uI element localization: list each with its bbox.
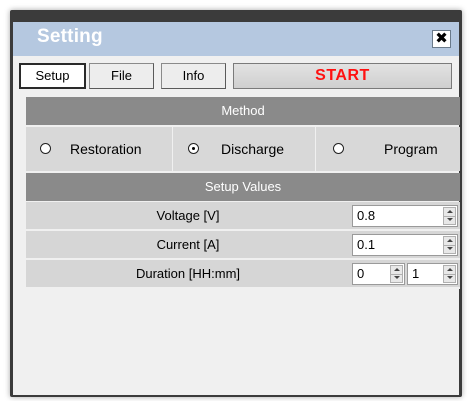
- duration-hours-spinner[interactable]: [390, 265, 403, 283]
- tab-info-label: Info: [182, 68, 205, 83]
- tab-info[interactable]: Info: [161, 63, 226, 89]
- arrow-down-icon: [447, 247, 453, 250]
- tab-setup[interactable]: Setup: [19, 63, 86, 89]
- voltage-row: Voltage [V] 0.8: [26, 202, 460, 231]
- window-title: Setting: [37, 26, 103, 47]
- voltage-value: 0.8: [357, 208, 376, 223]
- duration-label: Duration [HH:mm]: [135, 266, 241, 281]
- current-input[interactable]: 0.1: [352, 234, 458, 256]
- current-value: 0.1: [357, 237, 376, 252]
- hours-decrement-button[interactable]: [391, 274, 402, 282]
- radio-program-label: Program: [384, 141, 438, 157]
- voltage-decrement-button[interactable]: [444, 216, 455, 224]
- radio-restoration-circle[interactable]: [40, 143, 51, 154]
- setup-values-header: Setup Values: [26, 173, 460, 201]
- start-button-label: START: [315, 67, 370, 84]
- voltage-label: Voltage [V]: [156, 208, 220, 223]
- arrow-up-icon: [447, 239, 453, 242]
- radio-discharge-label: Discharge: [221, 141, 285, 157]
- radio-restoration-label: Restoration: [70, 141, 142, 157]
- radio-discharge-circle[interactable]: [188, 143, 199, 154]
- current-row: Current [A] 0.1: [26, 231, 460, 260]
- current-decrement-button[interactable]: [444, 245, 455, 253]
- arrow-up-icon: [394, 268, 400, 271]
- radio-discharge[interactable]: Discharge: [172, 127, 315, 171]
- tab-file-label: File: [111, 68, 132, 83]
- close-button[interactable]: ✖: [432, 30, 451, 48]
- duration-minutes-spinner[interactable]: [443, 265, 456, 283]
- method-header-label: Method: [221, 103, 265, 118]
- setup-values-header-label: Setup Values: [204, 179, 282, 194]
- duration-minutes-input[interactable]: 1: [407, 263, 458, 285]
- arrow-down-icon: [394, 276, 400, 279]
- arrow-up-icon: [447, 268, 453, 271]
- arrow-down-icon: [447, 276, 453, 279]
- method-radio-group: Restoration Discharge Program: [26, 127, 460, 171]
- radio-restoration[interactable]: Restoration: [26, 127, 172, 171]
- duration-row: Duration [HH:mm] 0 1: [26, 260, 460, 289]
- voltage-spinner[interactable]: [443, 207, 456, 225]
- arrow-down-icon: [447, 218, 453, 221]
- close-icon: ✖: [435, 30, 448, 47]
- radio-program[interactable]: Program: [315, 127, 460, 171]
- arrow-up-icon: [447, 210, 453, 213]
- tab-file[interactable]: File: [89, 63, 154, 89]
- start-button[interactable]: START: [233, 63, 452, 89]
- duration-minutes-value: 1: [412, 266, 420, 281]
- current-label: Current [A]: [156, 237, 220, 252]
- tab-setup-label: Setup: [35, 68, 70, 83]
- duration-hours-value: 0: [357, 266, 365, 281]
- radio-program-circle[interactable]: [333, 143, 344, 154]
- minutes-decrement-button[interactable]: [444, 274, 455, 282]
- current-spinner[interactable]: [443, 236, 456, 254]
- duration-hours-input[interactable]: 0: [352, 263, 405, 285]
- title-bar[interactable]: Setting ✖: [13, 22, 459, 56]
- voltage-input[interactable]: 0.8: [352, 205, 458, 227]
- method-header: Method: [26, 97, 460, 125]
